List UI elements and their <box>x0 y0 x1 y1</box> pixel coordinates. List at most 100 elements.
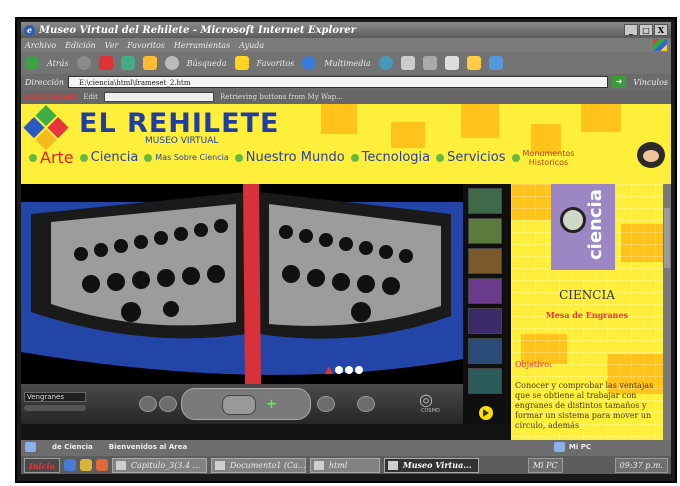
objective-label: Objetivo: <box>515 360 552 369</box>
menu-favoritos[interactable]: Favoritos <box>127 41 165 50</box>
menu-ayuda[interactable]: Ayuda <box>239 41 264 50</box>
forward-arrow-icon[interactable] <box>76 56 91 70</box>
start-button[interactable]: Inicio <box>24 457 60 473</box>
site-nav: Arte Ciencia Mas Sobre Ciencia Nuestro M… <box>29 148 574 167</box>
history-icon[interactable] <box>378 56 393 70</box>
thumbnail-item[interactable] <box>468 218 502 244</box>
mascot-icon <box>637 142 665 168</box>
desktop-quicklaunch-icon[interactable] <box>79 459 92 471</box>
favorites-button-label[interactable]: Favoritos <box>257 59 295 68</box>
favorites-star-icon[interactable] <box>234 56 249 70</box>
multimedia-button-label[interactable]: Multimedia <box>324 59 370 68</box>
section-title: CIENCIA <box>559 288 615 302</box>
back-button-label[interactable]: Atrás <box>47 59 69 68</box>
banner-tile <box>461 104 499 138</box>
viewer-scrollbar[interactable] <box>21 424 511 440</box>
taskbar: Inicio Capitulo_3(3.4 ... Documento1 (Ca… <box>21 456 671 474</box>
ie-quicklaunch-icon[interactable] <box>63 459 76 471</box>
nav-item-servicios[interactable]: Servicios <box>436 150 506 165</box>
bullet-icon <box>511 153 520 162</box>
viewpoint-select[interactable]: Vengranes <box>24 392 86 402</box>
nav-item-tecnologia[interactable]: Tecnologia <box>350 150 431 165</box>
nav-item-nuestro-mundo[interactable]: Nuestro Mundo <box>234 150 345 165</box>
status-message: Bienvenidos al Area <box>108 443 188 451</box>
thumbnail-item[interactable] <box>468 278 502 304</box>
thumbnail-item[interactable] <box>468 188 502 214</box>
rotate-knob-icon[interactable] <box>357 396 375 412</box>
title-bar: e Museo Virtual del Rehilete - Microsoft… <box>21 22 671 38</box>
move-cross-icon[interactable]: + <box>266 397 277 412</box>
site-subtitle: MUSEO VIRTUAL <box>145 136 219 146</box>
browser-window: e Museo Virtual del Rehilete - Microsoft… <box>21 22 671 474</box>
edit-icon[interactable] <box>444 56 459 70</box>
print-icon[interactable] <box>422 56 437 70</box>
messenger-icon[interactable] <box>488 56 503 70</box>
walk-disc-icon[interactable] <box>222 395 256 415</box>
tray-mi-pc[interactable]: Mi PC <box>527 457 563 473</box>
go-button[interactable]: ➔ <box>612 76 627 88</box>
viewer-controls: Vengranes + ◎ COSMO <box>21 384 463 424</box>
nav-label: Tecnologia <box>361 150 431 165</box>
banner-tile <box>581 104 621 132</box>
refresh-icon[interactable] <box>120 56 135 70</box>
menu-ver[interactable]: Ver <box>105 41 119 50</box>
maximize-button[interactable]: □ <box>639 24 653 36</box>
media-quicklaunch-icon[interactable] <box>95 459 108 471</box>
nav-item-mas-sobre-ciencia[interactable]: Mas Sobre Ciencia <box>144 153 229 162</box>
navigation-pad[interactable]: + <box>181 388 311 420</box>
pan-knob-icon[interactable] <box>159 396 177 412</box>
menu-archivo[interactable]: Archivo <box>25 41 56 50</box>
page-scrollbar[interactable] <box>663 184 671 440</box>
home-icon[interactable] <box>142 56 157 70</box>
thumbnail-item[interactable] <box>468 248 502 274</box>
menu-edicion[interactable]: Edición <box>65 41 96 50</box>
looksmart-search-input[interactable] <box>104 92 214 102</box>
task-button-html[interactable]: html <box>309 457 380 473</box>
nav-label: Arte <box>40 148 74 167</box>
back-arrow-icon[interactable] <box>25 56 39 70</box>
computer-icon <box>553 442 565 452</box>
nav-label: Nuestro Mundo <box>245 150 345 165</box>
bullet-icon <box>79 153 88 162</box>
task-button-museo[interactable]: Museo Virtua... <box>383 457 479 473</box>
address-input[interactable]: E:\ciencia\html\frameset_2.htm <box>68 76 609 88</box>
zoom-knob-icon[interactable] <box>317 396 335 412</box>
address-bar: Dirección E:\ciencia\html\frameset_2.htm… <box>21 74 671 90</box>
bullet-icon <box>436 153 445 162</box>
play-button-icon[interactable] <box>479 406 493 420</box>
viewpoint-slider[interactable] <box>24 405 86 411</box>
thumbnail-item[interactable] <box>468 368 502 394</box>
looksmart-edit[interactable]: Edit <box>83 93 98 101</box>
thumbnail-item[interactable] <box>468 308 502 334</box>
links-button[interactable]: Vínculos <box>633 78 668 87</box>
scrollbar-thumb[interactable] <box>664 208 670 268</box>
status-bar: de Ciencia Bienvenidos al Area Mi PC <box>21 440 671 454</box>
multimedia-icon[interactable] <box>302 56 317 70</box>
tilt-knob-icon[interactable] <box>139 396 157 412</box>
task-button-documento[interactable]: Documento1 (Ca... <box>210 457 306 473</box>
cosmo-logo-icon: ◎ COSMO <box>419 390 440 414</box>
minimize-button[interactable]: _ <box>624 24 638 36</box>
looksmart-status: Retrieving buttons from My Wap... <box>220 93 343 101</box>
ciencia-logo-word: ciencia <box>585 189 606 260</box>
search-icon[interactable] <box>164 56 179 70</box>
close-button[interactable]: X <box>654 24 668 36</box>
thumbnail-item[interactable] <box>468 338 502 364</box>
mail-icon[interactable] <box>400 56 415 70</box>
task-button-capitulo[interactable]: Capitulo_3(3.4 ... <box>111 457 207 473</box>
stop-icon[interactable] <box>98 56 113 70</box>
page-icon <box>25 442 36 452</box>
search-button-label[interactable]: Búsqueda <box>187 59 227 68</box>
folder-icon[interactable] <box>466 56 481 70</box>
nav-item-monumentos-historicos[interactable]: Monumentos Historicos <box>511 149 574 167</box>
status-zone: Mi PC <box>553 442 591 452</box>
window-title: Museo Virtual del Rehilete - Microsoft I… <box>39 24 356 36</box>
nav-item-ciencia[interactable]: Ciencia <box>79 150 138 165</box>
vrml-viewer[interactable] <box>21 184 463 384</box>
screenshot-frame: e Museo Virtual del Rehilete - Microsoft… <box>15 17 677 483</box>
banner-tile <box>391 122 425 148</box>
nav-item-arte[interactable]: Arte <box>29 148 74 167</box>
menu-herramientas[interactable]: Herramientas <box>174 41 230 50</box>
web-page: EL REHILETE MUSEO VIRTUAL Arte Ciencia M… <box>21 104 671 440</box>
cosmo-label: COSMO <box>421 408 440 414</box>
